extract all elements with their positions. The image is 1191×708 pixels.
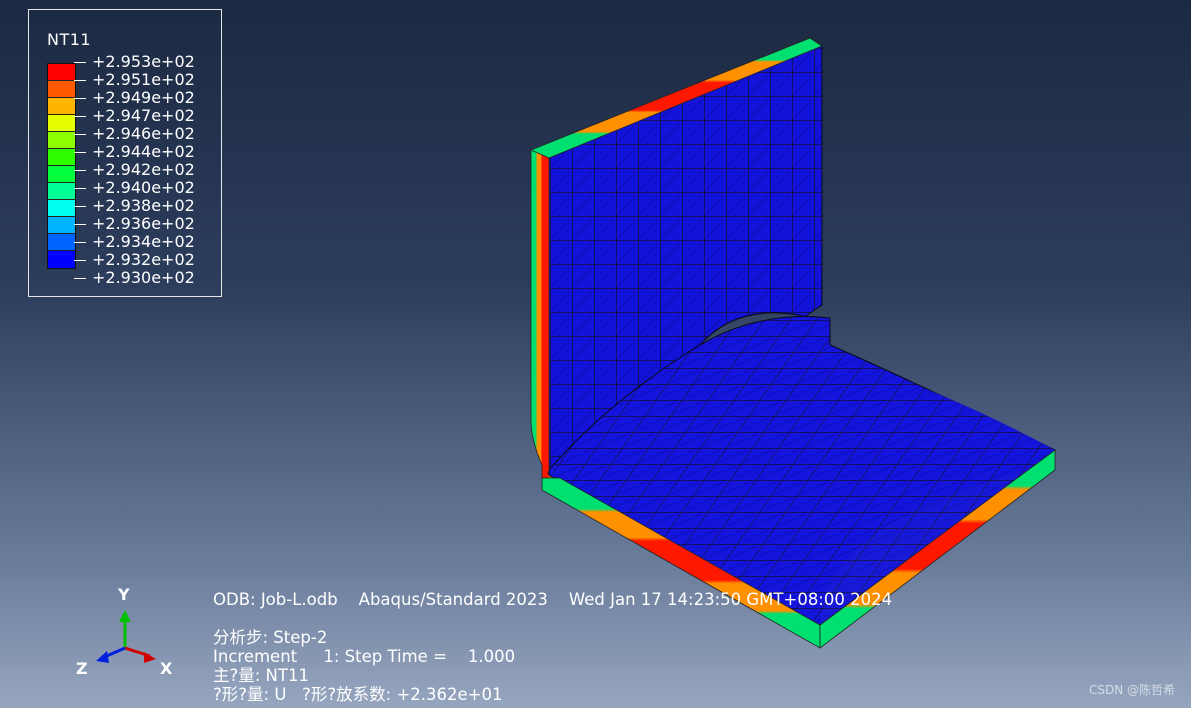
legend-value: +2.932e+02 (74, 251, 195, 269)
legend-swatch (48, 217, 75, 234)
legend-value: +2.946e+02 (74, 125, 195, 143)
legend-value: +2.930e+02 (74, 269, 195, 287)
legend-tick (74, 61, 86, 63)
legend-title: NT11 (47, 30, 92, 49)
legend-swatch (48, 115, 75, 132)
legend-tick (74, 223, 86, 225)
axis-z-label: Z (76, 659, 88, 678)
legend-value: +2.951e+02 (74, 71, 195, 89)
legend-swatch (48, 98, 75, 115)
legend-tick (74, 115, 86, 117)
deformed-variable-line: ?形?量: U ?形?放系数: +2.362e+01 (213, 685, 503, 704)
legend-tick (74, 205, 86, 207)
legend-tick (74, 97, 86, 99)
legend-value: +2.936e+02 (74, 215, 195, 233)
contour-legend: NT11 +2.953e+02 +2.951e+02 +2.949e+02 +2.94… (28, 9, 222, 297)
legend-color-bar (47, 63, 76, 269)
legend-value: +2.949e+02 (74, 89, 195, 107)
axis-triad (96, 610, 156, 663)
legend-swatch (48, 64, 75, 81)
legend-value-text: +2.932e+02 (92, 250, 195, 269)
legend-value: +2.953e+02 (74, 53, 195, 71)
legend-tick (74, 187, 86, 189)
legend-value: +2.940e+02 (74, 179, 195, 197)
watermark: CSDN @陈哲希 (1088, 683, 1175, 697)
legend-value: +2.942e+02 (74, 161, 195, 179)
legend-value-text: +2.946e+02 (92, 124, 195, 143)
legend-value-text: +2.949e+02 (92, 88, 195, 107)
legend-value-text: +2.930e+02 (92, 268, 195, 287)
legend-tick (74, 241, 86, 243)
legend-swatch (48, 183, 75, 200)
legend-swatch (48, 81, 75, 98)
legend-tick (74, 277, 86, 279)
legend-value: +2.934e+02 (74, 233, 195, 251)
legend-value: +2.938e+02 (74, 197, 195, 215)
legend-swatch (48, 132, 75, 149)
legend-tick (74, 151, 86, 153)
legend-swatch (48, 149, 75, 166)
legend-value-text: +2.944e+02 (92, 142, 195, 161)
legend-tick (74, 133, 86, 135)
step-info-line: 分析步: Step-2 (213, 628, 328, 647)
legend-swatch (48, 234, 75, 251)
legend-swatch (48, 200, 75, 217)
axis-x-label: X (160, 659, 173, 678)
legend-tick (74, 259, 86, 261)
legend-value-text: +2.953e+02 (92, 52, 195, 71)
legend-tick (74, 169, 86, 171)
legend-value-list: +2.953e+02 +2.951e+02 +2.949e+02 +2.947e+02… (74, 53, 195, 287)
legend-value: +2.944e+02 (74, 143, 195, 161)
legend-value-text: +2.938e+02 (92, 196, 195, 215)
legend-value-text: +2.940e+02 (92, 178, 195, 197)
legend-tick (74, 79, 86, 81)
increment-info-line: Increment 1: Step Time = 1.000 (213, 647, 516, 666)
legend-swatch (48, 166, 75, 183)
legend-value: +2.947e+02 (74, 107, 195, 125)
primary-variable-line: 主?量: NT11 (213, 666, 309, 685)
legend-value-text: +2.951e+02 (92, 70, 195, 89)
legend-value-text: +2.936e+02 (92, 214, 195, 233)
legend-value-text: +2.934e+02 (92, 232, 195, 251)
legend-value-text: +2.942e+02 (92, 160, 195, 179)
legend-swatch (48, 251, 75, 268)
axis-y-label: Y (118, 585, 130, 604)
odb-info-line: ODB: Job-L.odb Abaqus/Standard 2023 Wed … (213, 590, 893, 609)
legend-value-text: +2.947e+02 (92, 106, 195, 125)
